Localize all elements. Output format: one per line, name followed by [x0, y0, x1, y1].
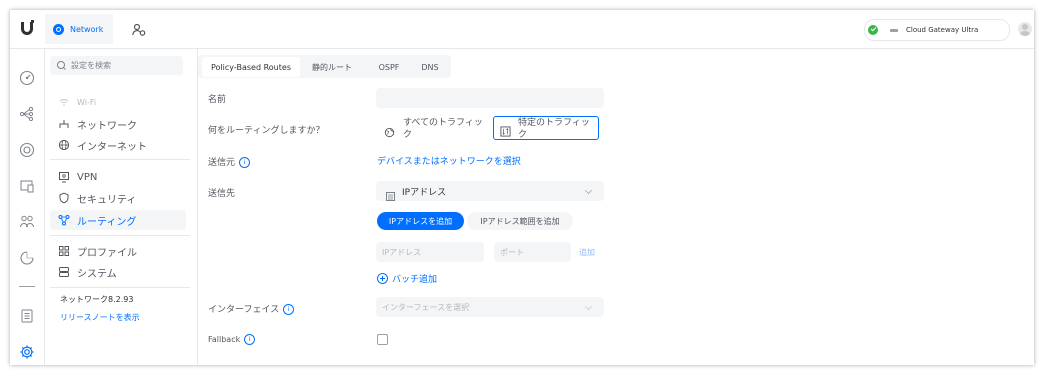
- device-icon: [890, 28, 898, 32]
- chevron-down-icon: [585, 187, 592, 194]
- app-window: Network Cloud Gateway Ultra 設定を検索 Wi-Fi …: [10, 10, 1034, 365]
- clients-icon[interactable]: [19, 178, 35, 194]
- all-traffic-option[interactable]: すべてのトラフィック: [376, 116, 489, 142]
- tab-static-routes[interactable]: 静的ルート: [304, 57, 360, 77]
- system-icon: [57, 265, 71, 279]
- user-settings-icon[interactable]: [132, 22, 146, 36]
- source-label: 送信元 i: [208, 155, 251, 168]
- name-label: 名前: [208, 95, 227, 105]
- status-online-icon: [868, 25, 878, 35]
- globe-icon: [57, 138, 71, 152]
- sidebar-item-internet[interactable]: インターネット: [57, 136, 147, 154]
- sidebar-item-label: ネットワーク: [77, 120, 137, 132]
- tab-dns[interactable]: DNS: [413, 57, 447, 77]
- nav-divider: [50, 235, 190, 236]
- ubiquiti-logo-icon[interactable]: [19, 20, 35, 36]
- logs-icon[interactable]: [19, 308, 35, 324]
- sidebar-item-label: プロファイル: [77, 247, 137, 259]
- sidebar-item-label: セキュリティ: [77, 194, 137, 206]
- search-icon: [57, 61, 66, 70]
- all-traffic-label: すべてのトラフィック: [403, 118, 483, 140]
- sidebar-item-system[interactable]: システム: [57, 263, 117, 281]
- add-ip-button[interactable]: IPアドレスを追加: [377, 212, 464, 230]
- traffic-icon: [500, 122, 511, 137]
- info-icon[interactable]: i: [244, 334, 256, 345]
- sidebar-item-security[interactable]: セキュリティ: [57, 189, 136, 207]
- fallback-checkbox[interactable]: [377, 334, 388, 345]
- destination-label: 送信先: [208, 189, 236, 199]
- settings-nav: 設定を検索 Wi-Fi ネットワーク インターネット VPN セキュリティ ルー…: [44, 48, 198, 365]
- version-text: ネットワーク8.2.93: [60, 295, 134, 304]
- nav-divider: [50, 159, 190, 160]
- specific-traffic-option[interactable]: 特定のトラフィック: [493, 116, 599, 140]
- network-app-icon: [53, 23, 64, 35]
- sidebar-item-label: VPN: [77, 171, 98, 183]
- add-circle-icon: [377, 273, 388, 284]
- fallback-label: Fallback i: [208, 334, 256, 345]
- gateway-selector[interactable]: Cloud Gateway Ultra: [864, 19, 1010, 41]
- sidebar-item-label: インターネット: [77, 141, 147, 153]
- app-rail: [10, 48, 45, 365]
- gateway-label: Cloud Gateway Ultra: [906, 26, 979, 34]
- rail-divider: [19, 286, 35, 287]
- wifi-icon: [57, 95, 71, 109]
- info-icon[interactable]: i: [283, 304, 295, 315]
- interface-select[interactable]: インターフェースを選択: [376, 297, 604, 317]
- interface-label: インターフェイス i: [208, 302, 295, 315]
- sidebar-item-label: ルーティング: [77, 216, 137, 228]
- add-ip-range-button[interactable]: IPアドレス範囲を追加: [467, 212, 573, 230]
- release-notes-link[interactable]: リリースノートを表示: [60, 312, 140, 323]
- ip-address-input[interactable]: IPアドレス: [376, 242, 484, 262]
- settings-search[interactable]: 設定を検索: [50, 56, 183, 75]
- tab-policy-based-routes[interactable]: Policy-Based Routes: [202, 57, 300, 77]
- top-bar: Network Cloud Gateway Ultra: [10, 10, 1034, 49]
- topology-icon[interactable]: [19, 106, 35, 122]
- sidebar-item-wifi[interactable]: Wi-Fi: [57, 93, 96, 111]
- network-icon: [57, 117, 71, 131]
- batch-add-label: バッチ追加: [392, 275, 438, 285]
- specific-traffic-label: 特定のトラフィック: [518, 118, 590, 140]
- ip-address-placeholder: IPアドレス: [382, 248, 422, 257]
- vpn-icon: [57, 170, 71, 184]
- globe-icon: [384, 123, 395, 138]
- sidebar-item-label: システム: [77, 268, 117, 280]
- network-app-tab[interactable]: Network: [45, 14, 113, 44]
- sidebar-item-routing[interactable]: ルーティング: [50, 210, 186, 230]
- sidebar-item-network[interactable]: ネットワーク: [57, 115, 137, 133]
- list-icon: [386, 186, 395, 201]
- chevron-down-icon: [585, 303, 592, 310]
- settings-gear-icon[interactable]: [19, 344, 35, 360]
- name-input[interactable]: [376, 88, 604, 108]
- add-link[interactable]: 追加: [579, 247, 595, 258]
- devices-icon[interactable]: [19, 142, 35, 158]
- sidebar-item-label: Wi-Fi: [77, 97, 97, 107]
- route-what-label: 何をルーティングしますか？: [208, 126, 325, 136]
- interface-placeholder: インターフェースを選択: [382, 303, 470, 312]
- nav-divider: [50, 287, 190, 288]
- tab-ospf[interactable]: OSPF: [369, 57, 409, 77]
- source-select-link[interactable]: デバイスまたはネットワークを選択: [377, 154, 521, 167]
- destination-type-value: IPアドレス: [402, 188, 447, 198]
- destination-type-select[interactable]: IPアドレス: [376, 181, 604, 201]
- profile-icon: [57, 244, 71, 258]
- sidebar-item-profiles[interactable]: プロファイル: [57, 242, 137, 260]
- insights-icon[interactable]: [19, 250, 35, 266]
- network-app-label: Network: [70, 24, 104, 34]
- info-icon[interactable]: i: [239, 157, 251, 168]
- routing-icon: [57, 213, 71, 227]
- batch-add-link[interactable]: バッチ追加: [377, 272, 437, 285]
- search-placeholder: 設定を検索: [71, 61, 111, 70]
- sidebar-item-vpn[interactable]: VPN: [57, 168, 97, 186]
- port-placeholder: ポート: [500, 248, 524, 257]
- users-icon[interactable]: [19, 214, 35, 230]
- shield-icon: [57, 191, 71, 205]
- port-input[interactable]: ポート: [494, 242, 571, 262]
- user-avatar-icon[interactable]: [1018, 22, 1032, 36]
- dashboard-icon[interactable]: [19, 70, 35, 86]
